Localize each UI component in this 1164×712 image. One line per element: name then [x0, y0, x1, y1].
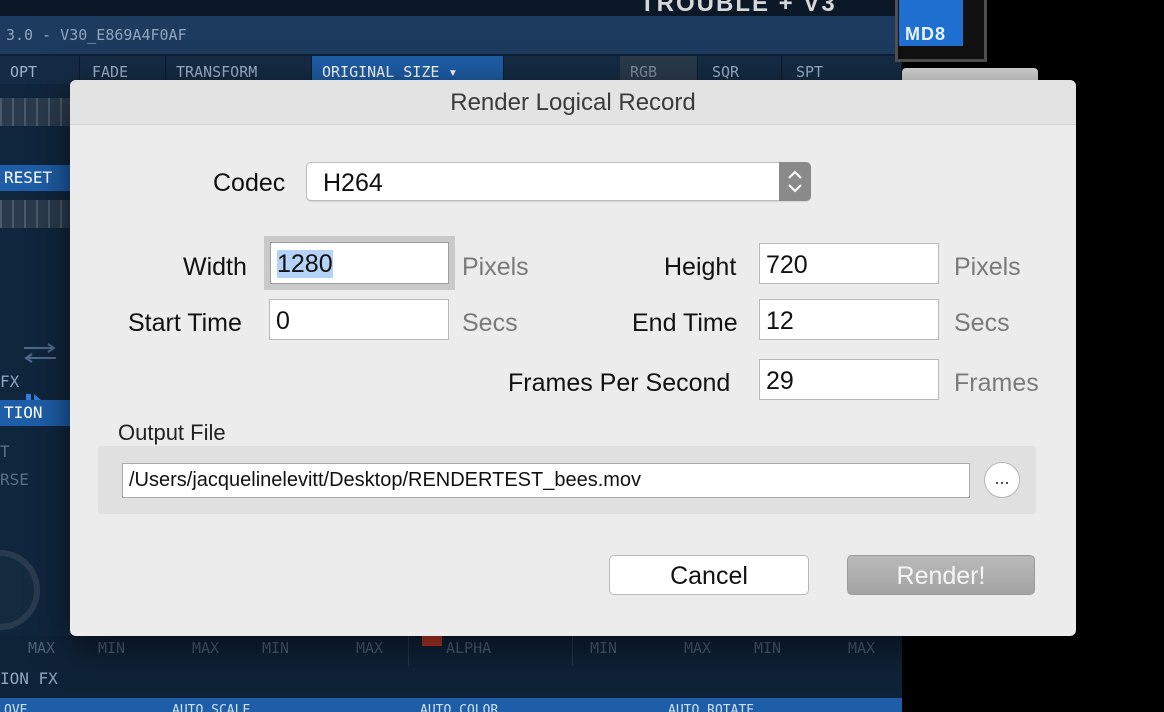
end-time-unit: Secs	[954, 309, 1010, 337]
fps-unit: Frames	[954, 369, 1039, 397]
min-label: MIN	[98, 639, 126, 657]
background-rse-label: RSE	[0, 470, 29, 489]
browse-button[interactable]: ...	[984, 462, 1020, 498]
render-dialog: Render Logical Record Codec H264 Width 1…	[70, 80, 1076, 636]
min-label: MIN	[262, 639, 290, 657]
fps-label: Frames Per Second	[508, 369, 731, 397]
background-title-bar: 3.0 - V30_E869A4F0AF	[0, 16, 902, 54]
dialog-title: Render Logical Record	[450, 89, 696, 116]
render-button[interactable]: Render!	[847, 555, 1035, 595]
start-time-label: Start Time	[128, 309, 242, 337]
auto-move-button[interactable]: OVE	[4, 698, 154, 712]
height-input[interactable]: 720	[759, 243, 939, 284]
end-time-input[interactable]: 12	[759, 299, 939, 340]
width-value: 1280	[277, 250, 333, 278]
max-label: MAX	[848, 639, 876, 657]
background-slider-ruler[interactable]	[0, 98, 70, 126]
max-label: MAX	[28, 639, 56, 657]
min-label: MIN	[754, 639, 782, 657]
tab-opt[interactable]: OPT	[0, 56, 80, 84]
height-unit: Pixels	[954, 253, 1021, 281]
fps-input[interactable]: 29	[759, 359, 939, 400]
codec-select[interactable]: H264	[306, 162, 811, 201]
auto-color-button[interactable]: AUTO COLOR	[420, 698, 650, 712]
output-path-input[interactable]: /Users/jacquelinelevitt/Desktop/RENDERTE…	[122, 463, 970, 498]
max-label: MAX	[684, 639, 712, 657]
width-label: Width	[183, 253, 247, 281]
start-time-input[interactable]: 0	[269, 299, 449, 340]
max-label: MAX	[356, 639, 384, 657]
end-time-label: End Time	[632, 309, 738, 337]
codec-label: Codec	[213, 169, 286, 197]
width-unit: Pixels	[462, 253, 529, 281]
divider	[408, 636, 409, 666]
alpha-label: ALPHA	[446, 639, 492, 657]
dialog-title-bar[interactable]: Render Logical Record	[70, 80, 1076, 125]
background-brand-text: TROUBLE + V3	[640, 0, 837, 17]
divider	[572, 636, 573, 666]
output-file-label: Output File	[118, 420, 226, 445]
background-slider-ruler[interactable]	[0, 200, 70, 228]
cancel-button[interactable]: Cancel	[609, 555, 809, 595]
max-label: MAX	[192, 639, 220, 657]
background-t-label: T	[0, 442, 10, 461]
auto-rotate-button[interactable]: AUTO ROTATE	[668, 698, 898, 712]
output-file-panel: /Users/jacquelinelevitt/Desktop/RENDERTE…	[98, 446, 1036, 514]
height-label: Height	[664, 253, 737, 281]
background-tion-bar[interactable]: TION	[0, 400, 70, 426]
codec-value: H264	[323, 169, 383, 197]
app-logo: MD8	[899, 0, 963, 46]
swap-arrows-icon[interactable]	[20, 342, 60, 364]
auto-scale-button[interactable]: AUTO SCALE	[172, 698, 402, 712]
background-fx-label: FX	[0, 372, 20, 391]
min-label: MIN	[590, 639, 618, 657]
start-time-unit: Secs	[462, 309, 518, 337]
background-window-title: 3.0 - V30_E869A4F0AF	[6, 26, 187, 44]
alpha-swatch[interactable]	[422, 636, 442, 646]
select-stepper-icon	[779, 162, 811, 201]
background-section-label: ION FX	[0, 669, 58, 688]
reset-button[interactable]: RESET	[0, 165, 70, 191]
width-input[interactable]: 1280	[270, 242, 449, 284]
